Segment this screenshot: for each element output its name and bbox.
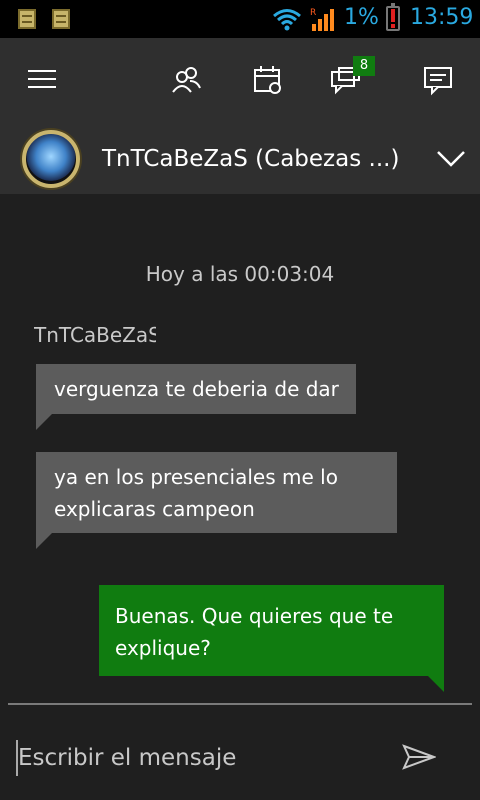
- conversation-title[interactable]: TnTCaBeZaS (Cabezas ...): [102, 146, 399, 172]
- hamburger-menu-icon[interactable]: [28, 70, 56, 90]
- calendar-icon[interactable]: [252, 64, 284, 96]
- roaming-indicator: R: [310, 8, 316, 18]
- status-bar: R 1% 13:59: [0, 0, 480, 38]
- message-timestamp: Hoy a las 00:03:04: [145, 262, 335, 286]
- message-bubble-incoming[interactable]: ya en los presenciales me lo explicaras …: [36, 452, 397, 549]
- notification-icon: [18, 9, 36, 29]
- avatar: [22, 130, 80, 188]
- message-input[interactable]: [16, 740, 386, 776]
- status-time: 13:59: [410, 5, 474, 30]
- message-bubble-incoming[interactable]: verguenza te deberia de dar: [36, 364, 356, 430]
- signal-icon: R: [310, 8, 334, 31]
- message-text: verguenza te deberia de dar: [54, 377, 339, 401]
- message-bubble-outgoing[interactable]: Buenas. Que quieres que te explique?: [99, 585, 444, 692]
- divider: [8, 703, 472, 705]
- friends-icon[interactable]: [170, 64, 202, 96]
- notification-icon: [52, 9, 70, 29]
- chat-compose-icon[interactable]: [422, 64, 454, 96]
- battery-percent: 1%: [344, 5, 379, 30]
- send-icon[interactable]: [402, 744, 436, 770]
- conversation-header[interactable]: TnTCaBeZaS (Cabezas ...): [0, 122, 480, 194]
- app-bar: 8: [0, 38, 480, 122]
- chevron-down-icon[interactable]: [436, 150, 466, 168]
- messages-badge: 8: [353, 56, 375, 76]
- wifi-icon: [273, 9, 301, 31]
- message-text: ya en los presenciales me lo: [54, 465, 338, 489]
- message-text: Buenas. Que quieres que te: [115, 604, 394, 628]
- sender-name: TnTCaBeZaS: [34, 323, 156, 347]
- message-text: explique?: [115, 636, 211, 660]
- message-text: explicaras campeon: [54, 497, 255, 521]
- battery-alert-icon: [386, 3, 400, 31]
